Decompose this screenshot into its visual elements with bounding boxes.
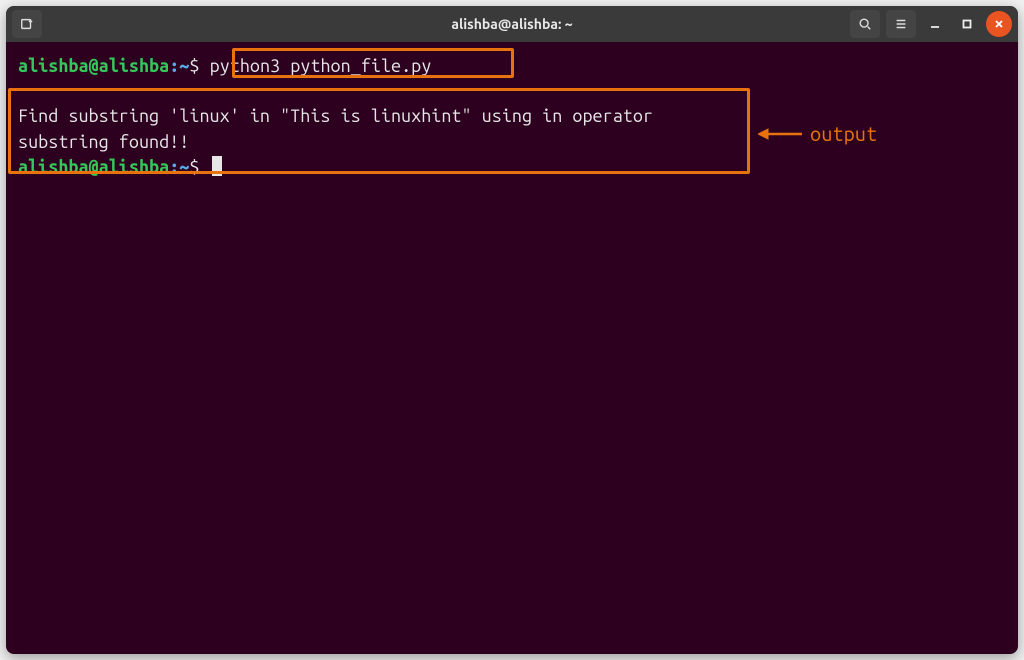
search-button[interactable]: [850, 10, 880, 38]
titlebar[interactable]: alishba@alishba: ~: [6, 6, 1018, 42]
prompt-separator: :: [169, 56, 179, 76]
command-highlight-box: [232, 48, 514, 78]
maximize-button[interactable]: [954, 11, 980, 37]
maximize-icon: [962, 19, 972, 29]
search-icon: [858, 17, 872, 31]
annotation-label: output: [810, 120, 877, 148]
titlebar-left-controls: [12, 10, 42, 38]
arrow-left-icon: [758, 126, 802, 142]
prompt-path: ~: [179, 56, 189, 76]
prompt-symbol: $: [189, 56, 199, 76]
new-tab-button[interactable]: [12, 10, 42, 38]
hamburger-icon: [894, 17, 908, 31]
close-button[interactable]: [986, 11, 1012, 37]
prompt-user-host: alishba@alishba: [18, 56, 169, 76]
titlebar-right-controls: [850, 10, 1012, 38]
output-annotation: output: [758, 120, 877, 148]
minimize-icon: [930, 19, 940, 29]
output-highlight-box: [8, 88, 750, 174]
new-tab-icon: [20, 17, 34, 31]
minimize-button[interactable]: [922, 11, 948, 37]
hamburger-menu-button[interactable]: [886, 10, 916, 38]
terminal-body[interactable]: output alishba@alishba:~$ python3 python…: [6, 42, 1018, 654]
terminal-window: alishba@alishba: ~: [6, 6, 1018, 654]
close-icon: [994, 19, 1004, 29]
